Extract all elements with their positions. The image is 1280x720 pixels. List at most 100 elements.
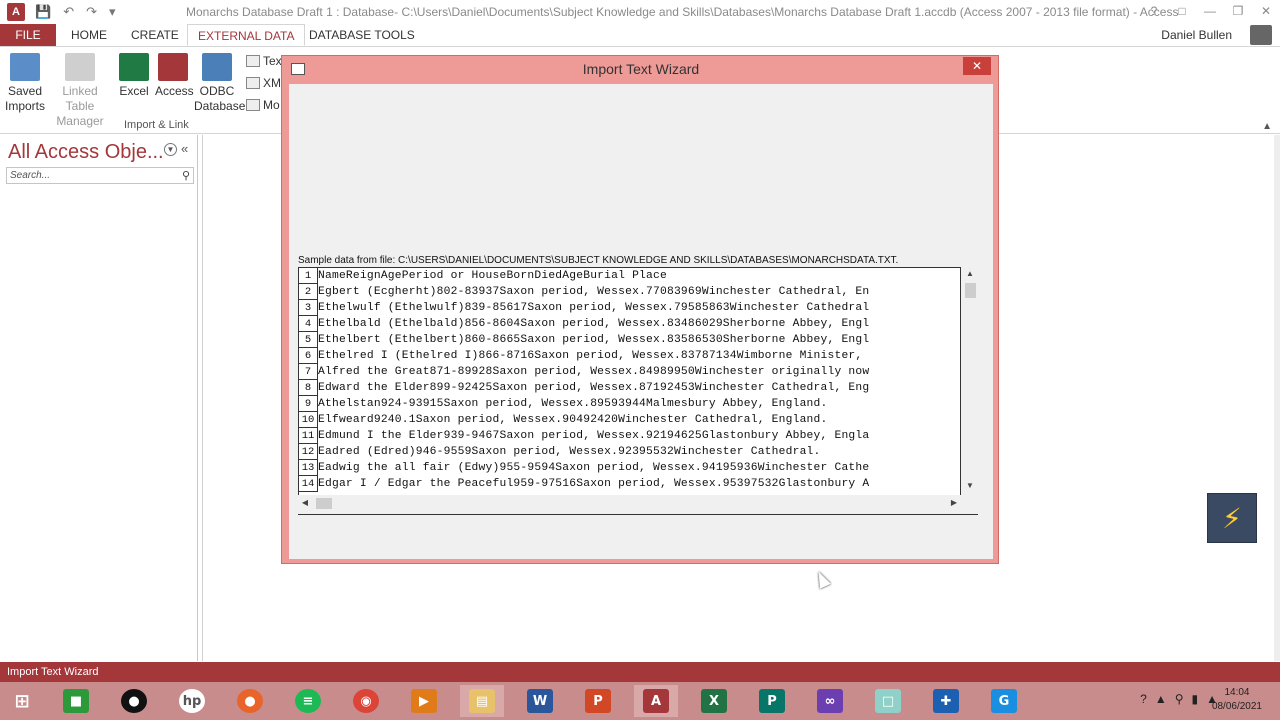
ribbon-tabs: FILE HOME CREATE EXTERNAL DATA DATABASE … (0, 24, 1280, 46)
scroll-up-icon[interactable]: ▲ (962, 267, 978, 281)
table-row[interactable]: 2 Egbert (Ecgherht)802-83937Saxon period,… (299, 284, 960, 300)
table-row[interactable]: 8 Edward the Elder899-92425Saxon period, … (299, 380, 960, 396)
workspace-scrollbar[interactable] (1274, 135, 1280, 661)
taskbar-app-8[interactable]: ▤ (460, 685, 504, 717)
start-button[interactable]: ⊞ (0, 685, 44, 717)
taskbar-app-3[interactable]: hp (170, 685, 214, 717)
sample-data-preview[interactable]: 1 NameReignAgePeriod or HouseBornDiedAgeB… (298, 267, 961, 509)
redo-icon[interactable]: ↷ (86, 4, 97, 20)
collapse-ribbon-icon[interactable]: ▲ (1262, 121, 1272, 132)
table-row[interactable]: 11 Edmund I the Elder939-9467Saxon period… (299, 428, 960, 444)
nav-pane-title[interactable]: All Access Obje... (8, 141, 164, 164)
taskbar-app-6[interactable]: ◉ (344, 685, 388, 717)
tab-file[interactable]: FILE (0, 24, 56, 46)
text-file-icon (246, 55, 260, 67)
scroll-right-icon[interactable]: ▶ (947, 495, 961, 511)
more-icon (246, 99, 260, 111)
taskbar-app-13[interactable]: P (750, 685, 794, 717)
chrome-icon: ◉ (353, 689, 379, 713)
tab-create[interactable]: CREATE (121, 24, 189, 46)
table-row[interactable]: 9 Athelstan924-93915Saxon period, Wessex.… (299, 396, 960, 412)
save-icon[interactable]: 💾 (35, 4, 51, 20)
avatar[interactable] (1250, 25, 1272, 45)
pdf-app-icon: G (991, 689, 1017, 713)
taskbar-app-16[interactable]: ✚ (924, 685, 968, 717)
table-row[interactable]: 4 Ethelbald (Ethelbald)856-8604Saxon peri… (299, 316, 960, 332)
scroll-down-icon[interactable]: ▼ (962, 479, 978, 493)
visual-studio-icon: ∞ (817, 689, 843, 713)
row-text: Eadwig the all fair (Edwy)955-9594Saxon … (318, 462, 870, 474)
minimize-button[interactable]: — (1196, 0, 1224, 24)
more-button[interactable]: Mo (246, 98, 280, 112)
row-text: Ethelbert (Ethelbert)860-8665Saxon perio… (318, 334, 870, 346)
scroll-thumb-horizontal[interactable] (316, 498, 332, 509)
undo-icon[interactable]: ↶ (63, 4, 74, 20)
row-text: Edgar I / Edgar the Peaceful959-97516Sax… (318, 478, 870, 490)
scroll-thumb[interactable] (965, 283, 976, 298)
lightning-app-icon[interactable]: ⚡ (1207, 493, 1257, 543)
tab-home[interactable]: HOME (61, 24, 117, 46)
tab-external-data[interactable]: EXTERNAL DATA (187, 24, 306, 46)
tab-database-tools[interactable]: DATABASE TOOLS (299, 24, 425, 46)
excel-import-button[interactable]: Excel (118, 53, 150, 99)
search-icon[interactable]: ⚲ (182, 169, 190, 184)
row-number: 13 (299, 460, 318, 476)
table-row[interactable]: 12 Eadred (Edred)946-9559Saxon period, We… (299, 444, 960, 460)
taskbar-app-2[interactable]: ● (112, 685, 156, 717)
access-import-button[interactable]: Access (155, 53, 194, 99)
access-app-icon[interactable]: A (7, 3, 25, 21)
battery-icon[interactable]: ▮ (1192, 692, 1199, 706)
row-text: Athelstan924-93915Saxon period, Wessex.8… (318, 398, 828, 410)
table-row[interactable]: 13 Eadwig the all fair (Edwy)955-9594Saxo… (299, 460, 960, 476)
linked-table-manager-button[interactable]: Linked Table Manager (48, 53, 112, 129)
help-tray-icon[interactable]: ? (1140, 692, 1147, 706)
user-name[interactable]: Daniel Bullen (1161, 28, 1232, 42)
saved-imports-button[interactable]: Saved Imports (5, 53, 45, 114)
taskbar-app-11[interactable]: A (634, 685, 678, 717)
word-icon: W (527, 689, 553, 713)
table-row[interactable]: 3 Ethelwulf (Ethelwulf)839-85617Saxon per… (299, 300, 960, 316)
taskbar-app-7[interactable]: ▶ (402, 685, 446, 717)
scroll-left-icon[interactable]: ◀ (298, 495, 312, 511)
table-row[interactable]: 10 Elfweard9240.1Saxon period, Wessex.904… (299, 412, 960, 428)
shutter-bar-icon[interactable]: « (181, 141, 188, 156)
horizontal-scrollbar[interactable]: ◀ ▶ (298, 495, 961, 511)
restore-button[interactable]: ❐ (1224, 0, 1252, 24)
taskbar-app-10[interactable]: P (576, 685, 620, 717)
taskbar-app-15[interactable]: □ (866, 685, 910, 717)
network-icon[interactable]: ⚲ (1175, 692, 1184, 706)
taskbar-app-14[interactable]: ∞ (808, 685, 852, 717)
xml-file-button[interactable]: XM (246, 76, 281, 90)
table-row[interactable]: 7 Alfred the Great871-89928Saxon period, … (299, 364, 960, 380)
text-file-button[interactable]: Tex (246, 54, 282, 68)
taskbar-app-12[interactable]: X (692, 685, 736, 717)
vertical-scrollbar[interactable]: ▲ ▼ (962, 267, 978, 493)
taskbar-app-9[interactable]: W (518, 685, 562, 717)
taskbar-app-1[interactable]: ■ (54, 685, 98, 717)
taskbar-app-4[interactable]: ● (228, 685, 272, 717)
odbc-database-button[interactable]: ODBC Database (194, 53, 245, 114)
taskbar-app-5[interactable]: ≡ (286, 685, 330, 717)
excel-icon (119, 53, 149, 81)
ribbon-display-icon[interactable]: □ (1168, 0, 1196, 24)
clock[interactable]: 14:04 08/06/2021 (1212, 686, 1262, 714)
row-number: 10 (299, 412, 318, 428)
table-row[interactable]: 14 Edgar I / Edgar the Peaceful959-97516S… (299, 476, 960, 492)
search-input[interactable]: Search... ⚲ (6, 167, 194, 184)
help-button[interactable]: ? (1140, 0, 1168, 24)
chevron-up-icon[interactable]: ▲ (1155, 692, 1167, 706)
customize-qat-icon[interactable]: ▾ (109, 4, 116, 20)
row-text: Ethelbald (Ethelbald)856-8604Saxon perio… (318, 318, 870, 330)
table-row[interactable]: 1 NameReignAgePeriod or HouseBornDiedAgeB… (299, 268, 960, 284)
close-button[interactable]: ✕ (1252, 0, 1280, 24)
table-row[interactable]: 5 Ethelbert (Ethelbert)860-8665Saxon peri… (299, 332, 960, 348)
dialog-close-button[interactable]: ✕ (963, 57, 991, 75)
row-text: Edmund I the Elder939-9467Saxon period, … (318, 430, 870, 442)
windows-icon: ⊞ (14, 690, 30, 712)
table-row[interactable]: 6 Ethelred I (Ethelred I)866-8716Saxon pe… (299, 348, 960, 364)
taskbar-app-17[interactable]: G (982, 685, 1026, 717)
navigation-pane: All Access Obje... ▼ « Search... ⚲ (2, 135, 198, 661)
chevron-down-icon[interactable]: ▼ (164, 143, 177, 156)
row-number: 8 (299, 380, 318, 396)
row-number: 11 (299, 428, 318, 444)
